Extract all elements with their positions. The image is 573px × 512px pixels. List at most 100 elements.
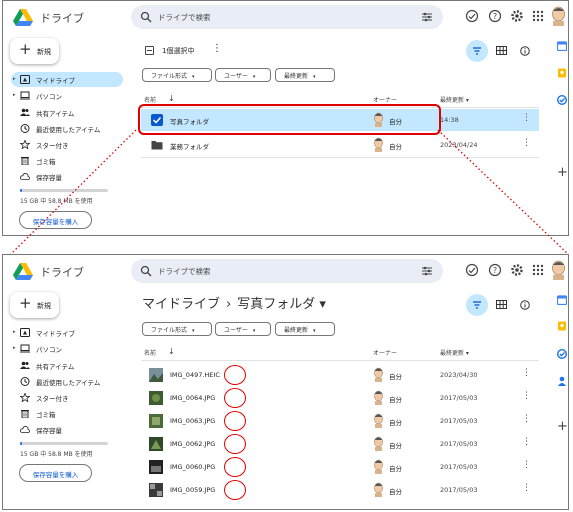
owner-name: 自分 [389, 396, 402, 404]
info-icon[interactable] [520, 300, 530, 310]
row-menu-icon[interactable]: ⋮ [522, 483, 531, 493]
file-name: IMG_0059.JPG [170, 486, 216, 494]
chevron-down-icon: ▾ [252, 328, 256, 334]
keep-icon[interactable] [557, 321, 567, 331]
breadcrumb-current[interactable]: 写真フォルダ ▾ [237, 297, 326, 312]
file-name: IMG_0060.JPG [170, 463, 216, 471]
owner-name: 自分 [389, 488, 402, 496]
file-row[interactable]: IMG_0059.JPG 自分 2017/05/03 ⋮ [141, 479, 539, 501]
file-name: IMG_0062.JPG [170, 440, 216, 448]
row-menu-icon[interactable]: ⋮ [522, 391, 531, 401]
my-drive-icon [20, 328, 30, 337]
help-icon[interactable]: ? [488, 263, 502, 277]
settings-gear-icon[interactable] [510, 263, 524, 277]
tasks-icon[interactable] [557, 349, 567, 359]
app-name: ドライブ [40, 266, 84, 279]
annotation-circle [224, 480, 246, 500]
account-avatar[interactable] [550, 260, 567, 280]
new-button-label: 新規 [37, 302, 51, 310]
add-addon-icon[interactable]: + [557, 419, 568, 434]
filter-chip-file-type[interactable]: ファイル形式 ▾ [142, 322, 212, 336]
sidebar-item-computers[interactable]: ▸ パソコン [11, 341, 123, 356]
image-thumbnail-icon [149, 483, 163, 497]
file-name: IMG_0063.JPG [170, 417, 216, 425]
row-menu-icon[interactable]: ⋮ [522, 460, 531, 470]
file-row[interactable]: IMG_0064.JPG 自分 2017/05/03 ⋮ [141, 387, 539, 409]
owner-name: 自分 [389, 373, 402, 381]
buy-storage-button[interactable]: 保存容量を購入 [19, 464, 92, 482]
drive-logo-icon [13, 263, 33, 280]
breadcrumb: マイドライブ › 写真フォルダ ▾ [142, 293, 326, 312]
sidebar-item-shared[interactable]: 共有アイテム [11, 358, 123, 373]
chip-label: ファイル形式 [151, 327, 188, 334]
clock-icon [20, 377, 30, 386]
column-header-name[interactable]: 名前 [144, 348, 156, 357]
column-header-owner: オーナー [373, 350, 398, 357]
sidebar-item-label: ゴミ箱 [36, 411, 56, 419]
chip-label: 最終更新 [284, 327, 309, 334]
annotation-circle [224, 457, 246, 477]
search-placeholder[interactable]: ドライブで検索 [158, 266, 211, 277]
sidebar-item-recent[interactable]: 最近使用したアイテム [11, 374, 123, 389]
owner-avatar [374, 459, 383, 474]
file-name: IMG_0497.HEIC [170, 371, 220, 379]
breadcrumb-separator-icon: › [226, 297, 232, 312]
chevron-down-icon: ▾ [313, 328, 316, 334]
modified-date: 2017/05/03 [440, 463, 478, 471]
sidebar-item-trash[interactable]: ゴミ箱 [11, 406, 123, 421]
row-menu-icon[interactable]: ⋮ [522, 437, 531, 447]
owner-name: 自分 [389, 419, 402, 427]
modified-date: 2023/04/30 [440, 371, 478, 379]
new-button[interactable]: + 新規 [10, 292, 59, 318]
sidebar-item-label: パソコン [36, 346, 62, 354]
filter-lines-icon [473, 301, 481, 309]
owner-avatar [374, 390, 383, 405]
row-menu-icon[interactable]: ⋮ [522, 414, 531, 424]
calendar-icon[interactable] [557, 295, 567, 305]
plus-icon: + [19, 294, 32, 312]
contacts-icon[interactable] [557, 376, 567, 386]
svg-text:?: ? [493, 266, 497, 275]
owner-avatar [374, 482, 383, 497]
modified-date: 2017/05/03 [440, 486, 478, 494]
modified-date: 2017/05/03 [440, 440, 478, 448]
breadcrumb-root[interactable]: マイドライブ [142, 297, 220, 312]
list-view-toggle[interactable] [466, 294, 488, 316]
shared-icon [20, 361, 30, 369]
offline-status-icon[interactable] [465, 263, 479, 277]
column-header-modified[interactable]: 最終更新 ▾ [440, 348, 469, 357]
chip-label: ユーザー [224, 327, 248, 334]
storage-usage-bar [20, 442, 108, 445]
annotation-circle [224, 365, 246, 385]
chevron-down-icon: ▾ [192, 328, 195, 334]
image-thumbnail-icon [149, 414, 163, 428]
sidebar-item-my-drive[interactable]: ▸ マイドライブ [11, 325, 123, 340]
search-bar[interactable]: ドライブで検索 [131, 259, 443, 283]
apps-grid-icon[interactable] [531, 263, 545, 277]
expand-caret-icon[interactable]: ▸ [13, 345, 16, 351]
file-row[interactable]: IMG_0063.JPG 自分 2017/05/03 ⋮ [141, 410, 539, 432]
sidebar-item-starred[interactable]: スター付き [11, 390, 123, 405]
sidebar-item-label: 最近使用したアイテム [36, 379, 101, 387]
sidebar-item-storage[interactable]: 保存容量 [11, 422, 123, 437]
expand-caret-icon[interactable]: ▸ [13, 329, 16, 335]
row-menu-icon[interactable]: ⋮ [522, 368, 531, 378]
annotation-circle [224, 388, 246, 408]
sidebar-item-label: マイドライブ [36, 330, 75, 338]
sort-arrow-icon[interactable]: ↓ [168, 347, 175, 356]
cloud-icon [20, 426, 30, 433]
owner-avatar [374, 367, 383, 382]
filter-chip-user[interactable]: ユーザー ▾ [215, 322, 271, 336]
search-options-icon[interactable] [421, 265, 433, 277]
sidebar-item-label: 保存容量 [36, 427, 62, 435]
computer-icon [20, 344, 30, 353]
file-row[interactable]: IMG_0497.HEIC 自分 2023/04/30 ⋮ [141, 364, 539, 386]
filter-chip-modified[interactable]: 最終更新 ▾ [275, 322, 335, 336]
sidebar-item-label: 共有アイテム [36, 363, 75, 371]
grid-view-icon[interactable] [496, 300, 507, 309]
file-row[interactable]: IMG_0062.JPG 自分 2017/05/03 ⋮ [141, 433, 539, 455]
drive-window-bottom: ドライブ ドライブで検索 ? + 新規 ▸ マイドライブ ▸ パソコン 共有アイ… [2, 254, 569, 510]
search-icon[interactable] [140, 265, 152, 277]
modified-date: 2017/05/03 [440, 417, 478, 425]
file-row[interactable]: IMG_0060.JPG 自分 2017/05/03 ⋮ [141, 456, 539, 478]
